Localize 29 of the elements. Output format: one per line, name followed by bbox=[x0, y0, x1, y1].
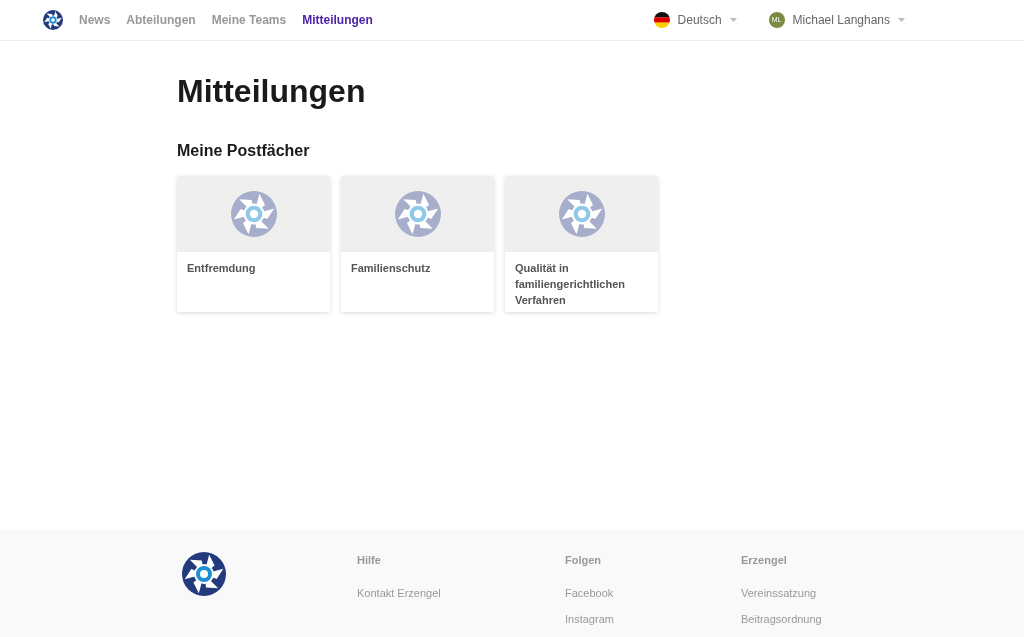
caret-icon bbox=[898, 18, 905, 22]
logo-icon bbox=[230, 191, 277, 237]
logo-icon bbox=[394, 191, 441, 237]
mailbox-card[interactable]: Entfremdung bbox=[177, 176, 330, 312]
german-flag-icon bbox=[653, 12, 670, 28]
footer-link[interactable]: Kontakt Erzengel bbox=[357, 585, 565, 612]
footer-heading: Hilfe bbox=[357, 553, 382, 568]
nav-link[interactable]: News bbox=[79, 11, 111, 29]
mailbox-name: Qualität in familiengerichtlichen Verfahren bbox=[514, 261, 627, 308]
footer-heading: Erzengel bbox=[741, 553, 788, 568]
section-heading: Meine Postfächer bbox=[177, 141, 311, 161]
language-selector[interactable]: Deutsch bbox=[653, 11, 737, 29]
mailbox-card[interactable]: Qualität in familiengerichtlichen Verfahren bbox=[505, 176, 658, 312]
nav-link[interactable]: Meine Teams bbox=[211, 11, 287, 29]
mailbox-card[interactable]: Familienschutz bbox=[341, 176, 494, 312]
footer-link[interactable]: Instagram bbox=[565, 610, 741, 637]
logo-icon bbox=[182, 552, 226, 596]
footer-heading: Folgen bbox=[565, 553, 603, 568]
page-title: Mitteilungen bbox=[177, 72, 367, 111]
nav-link[interactable]: Mitteilungen bbox=[302, 11, 373, 29]
mailbox-name: Familienschutz bbox=[350, 261, 432, 276]
footer-link[interactable]: Facebook bbox=[565, 584, 741, 611]
logo-icon bbox=[43, 10, 63, 30]
mailbox-name: Entfremdung bbox=[186, 261, 257, 276]
footer-link[interactable]: Vereinssatzung bbox=[741, 584, 881, 611]
footer-link[interactable]: Beitragsordnung bbox=[741, 610, 881, 637]
logo-icon bbox=[558, 191, 605, 237]
caret-icon bbox=[729, 18, 737, 22]
nav-link[interactable]: Abteilungen bbox=[126, 11, 196, 29]
